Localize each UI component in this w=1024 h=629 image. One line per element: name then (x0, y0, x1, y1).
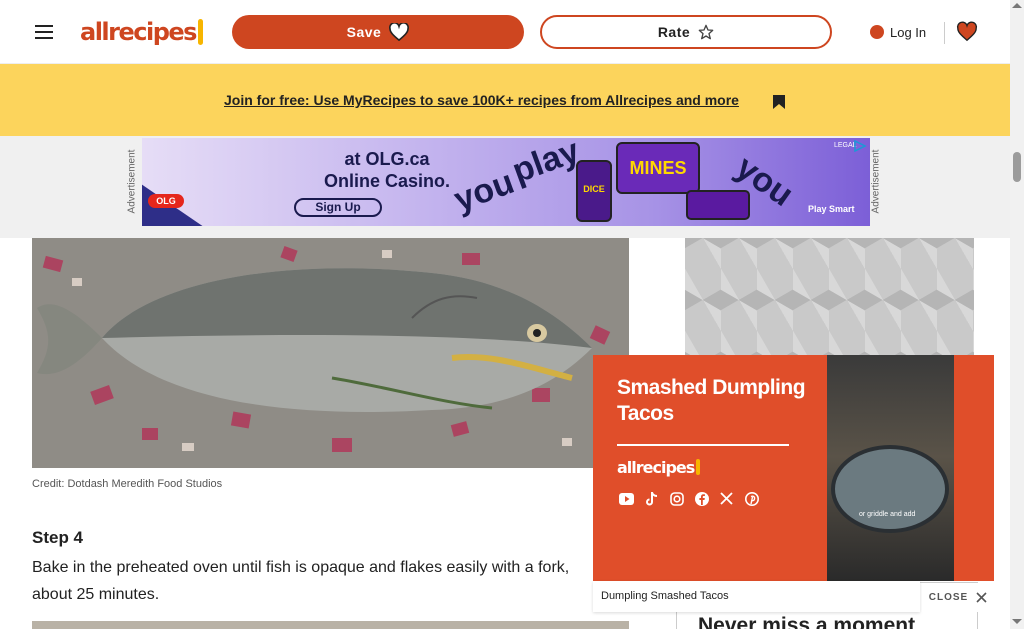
site-header: allrecipes Save Rate Log In (0, 0, 1010, 64)
bookmark-icon[interactable] (772, 94, 786, 110)
facebook-icon (694, 491, 709, 506)
ad-phone-image-1: DICE (576, 160, 612, 222)
login-link[interactable]: Log In (870, 20, 926, 44)
save-button-label: Save (346, 24, 382, 40)
video-close-button[interactable]: CLOSE (922, 583, 994, 612)
logo-spoon-icon (197, 19, 203, 45)
ad-label-left: Advertisement (126, 149, 138, 214)
top-banner-ad[interactable]: OLG at OLG.ca Online Casino. Sign Up you… (142, 138, 870, 226)
scroll-down-arrow-icon[interactable] (1012, 619, 1022, 624)
recipe-step-photo (32, 238, 629, 468)
header-divider (944, 22, 945, 44)
video-frame: or griddle and add (827, 355, 954, 581)
step-heading: Step 4 (32, 528, 84, 547)
youtube-icon (619, 491, 634, 506)
ad-play-smart: Play Smart (808, 204, 855, 214)
ad-label-right: Advertisement (870, 149, 882, 214)
site-logo[interactable]: allrecipes (80, 16, 208, 48)
promo-banner: Join for free: Use MyRecipes to save 100… (0, 64, 1010, 136)
ad-headline-line1: at OLG.ca (344, 149, 430, 169)
video-divider (617, 444, 789, 446)
save-button[interactable]: Save (232, 15, 524, 49)
close-label: CLOSE (928, 592, 969, 603)
ad-slogan-word-2: play (507, 138, 585, 191)
ad-phone-image-2: MINES (616, 142, 700, 194)
close-icon (976, 592, 987, 603)
join-myrecipes-link[interactable]: Join for free: Use MyRecipes to save 100… (224, 89, 756, 111)
video-title: Smashed Dumpling Tacos (617, 376, 806, 425)
fish-illustration (32, 238, 629, 468)
step-text: Bake in the preheated oven until fish is… (32, 559, 570, 603)
video-subtitle: or griddle and add (859, 511, 916, 518)
instagram-icon (669, 491, 684, 506)
star-icon (698, 24, 714, 40)
heart-icon (389, 23, 410, 41)
pinterest-icon (744, 491, 759, 506)
ad-signup-button[interactable]: Sign Up (294, 198, 382, 217)
video-social-icons (619, 491, 759, 506)
rate-button-label: Rate (657, 24, 691, 40)
page: allrecipes Save Rate Log In Join for fre… (0, 0, 1024, 629)
olg-logo: OLG (148, 194, 184, 208)
ad-dice-label: DICE (583, 184, 605, 194)
user-icon (870, 25, 884, 39)
video-brand-logo: allrecipes (617, 458, 701, 477)
scroll-up-arrow-icon[interactable] (1012, 3, 1022, 8)
rate-button[interactable]: Rate (540, 15, 832, 49)
tiktok-icon (644, 491, 659, 506)
video-pan-image (831, 445, 949, 533)
scrollbar-thumb[interactable] (1013, 152, 1021, 182)
login-label: Log In (890, 24, 927, 40)
ad-phone-image-3 (686, 190, 750, 220)
saved-recipes-icon[interactable] (956, 20, 978, 44)
video-player[interactable]: Smashed Dumpling Tacos allrecipes or gri… (593, 355, 994, 581)
logo-text: allrecipes (80, 18, 197, 46)
sidebar-ad[interactable] (685, 238, 974, 368)
photo-credit: Credit: Dotdash Meredith Food Studios (32, 478, 223, 490)
video-brand-text: allrecipes (617, 458, 695, 477)
adchoices-icon[interactable] (852, 140, 868, 152)
newsletter-heading: Never miss a moment (698, 614, 916, 629)
x-icon (719, 491, 734, 506)
menu-icon[interactable] (33, 20, 55, 44)
page-scrollbar[interactable] (1010, 0, 1024, 629)
next-step-photo (32, 621, 629, 629)
video-caption: Dumpling Smashed Tacos (593, 581, 920, 612)
